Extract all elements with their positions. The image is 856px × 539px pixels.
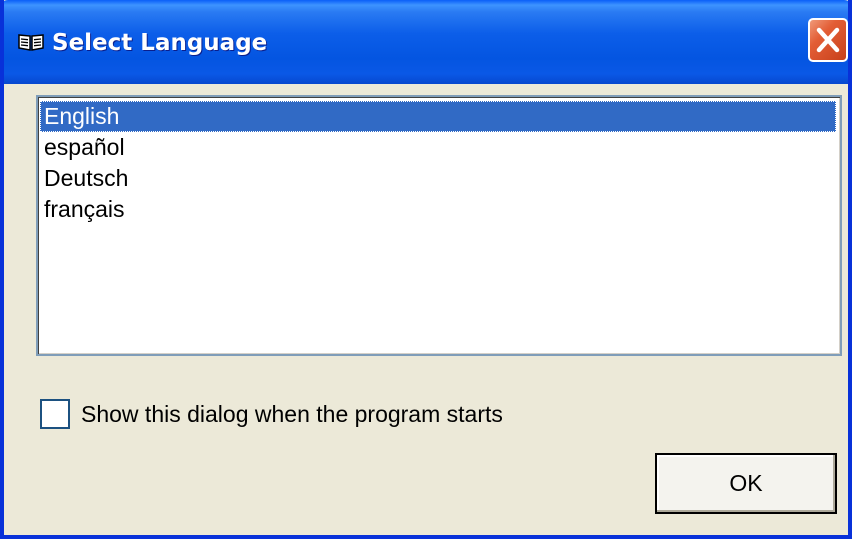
language-option-english[interactable]: English [40, 101, 836, 132]
show-on-startup-checkbox[interactable] [40, 399, 70, 429]
select-language-dialog: Select Language English español Deutsch … [0, 0, 852, 539]
language-option-french[interactable]: français [40, 194, 836, 225]
show-on-startup-label[interactable]: Show this dialog when the program starts [81, 401, 503, 428]
title-bar[interactable]: Select Language [4, 0, 848, 84]
language-option-spanish[interactable]: español [40, 132, 836, 163]
dialog-body: English español Deutsch français Show th… [4, 84, 848, 535]
language-option-german[interactable]: Deutsch [40, 163, 836, 194]
language-listbox[interactable]: English español Deutsch français [36, 95, 842, 356]
book-icon [18, 33, 44, 51]
ok-button[interactable]: OK [655, 453, 837, 514]
close-icon [816, 27, 840, 53]
window-title: Select Language [52, 30, 268, 56]
startup-option-row[interactable]: Show this dialog when the program starts [40, 397, 503, 431]
close-button[interactable] [808, 18, 848, 62]
